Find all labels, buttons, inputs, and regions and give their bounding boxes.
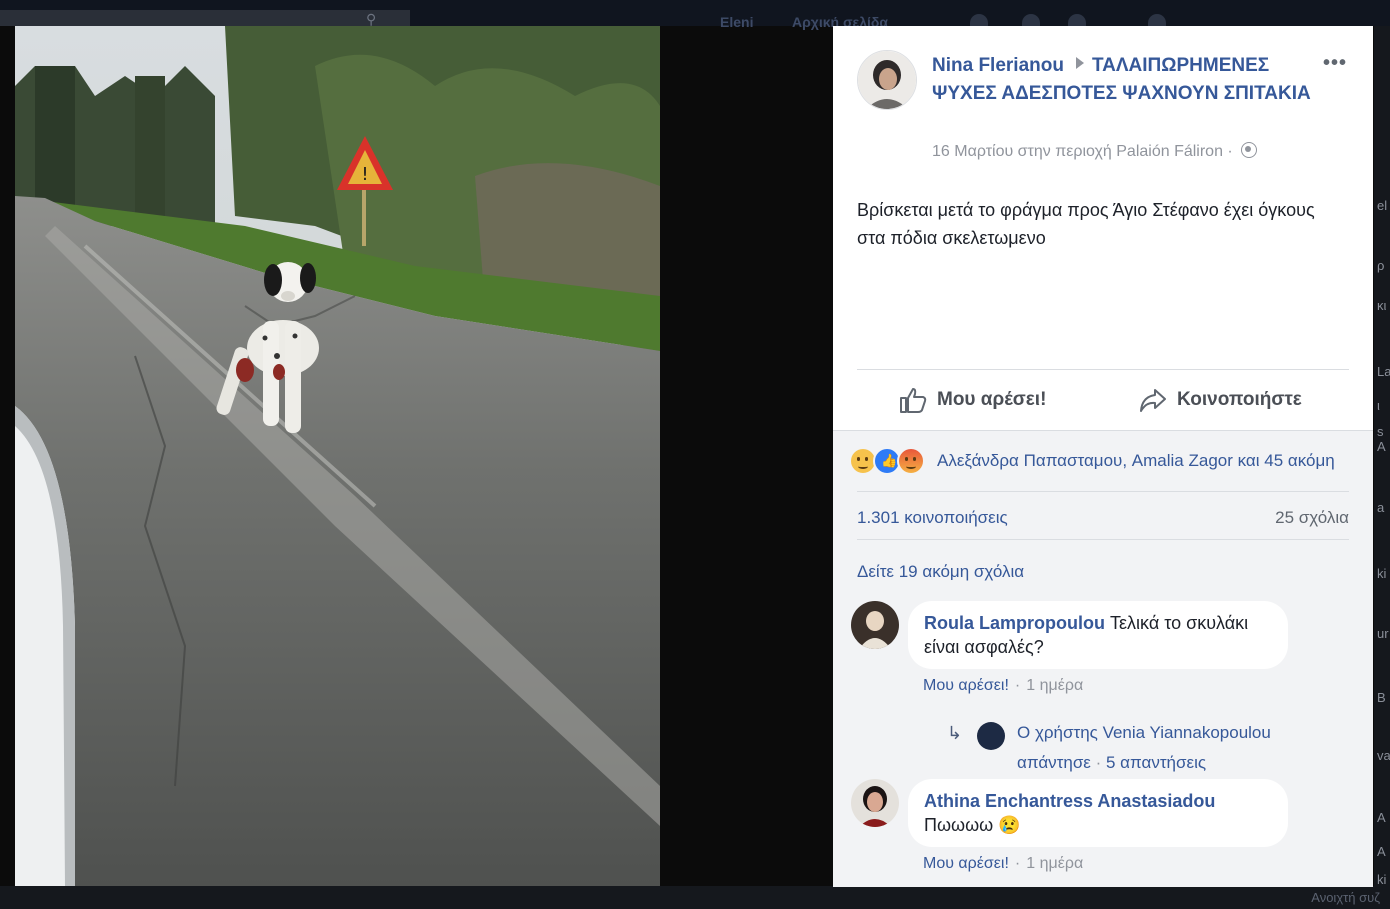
author-avatar[interactable] [857,50,917,110]
reply-verb: απάντησε [1017,753,1091,772]
comment-bubble: Roula Lampropoulou Τελικά το σκυλάκι είν… [908,601,1288,669]
background-page-edge: el ρ κι La ι s A a ki ur B va A A ki [1374,26,1390,909]
chat-tab[interactable]: Ανοιχτή συζ [1311,890,1380,905]
view-more-comments-link[interactable]: Δείτε 19 ακόμη σχόλια [857,562,1024,582]
bottom-bar: Ανοιχτή συζ [0,886,1390,909]
search-icon[interactable]: ⚲ [366,12,380,26]
thumbs-up-icon [900,388,927,413]
svg-text:!: ! [361,164,368,185]
reply-arrow-icon: ↳ [947,723,963,743]
profile-link[interactable]: Eleni [720,14,753,30]
share-button[interactable]: Κοινοποιήστε [1139,382,1302,418]
like-label: Μου αρέσει! [937,389,1047,410]
post-panel: Nina Flerianou ΤΑΛΑΙΠΩΡΗΜΕΝΕΣ ΨΥΧΕΣ ΑΔΕΣΠ… [833,26,1373,887]
commenter-avatar[interactable] [851,779,899,827]
comment-actions: Μου αρέσει! · 1 ημέρα [923,677,1084,694]
reply-count: 5 απαντήσεις [1106,753,1207,772]
post-header: Nina Flerianou ΤΑΛΑΙΠΩΡΗΜΕΝΕΣ ΨΥΧΕΣ ΑΔΕΣΠ… [932,52,1322,108]
comment-like-link[interactable]: Μου αρέσει! [923,677,1009,694]
like-button[interactable]: Μου αρέσει! [899,382,1046,418]
to-arrow-icon [1075,57,1084,69]
comment-text: Πωωωω 😢 [924,815,1021,835]
comment-time[interactable]: 1 ημέρα [1026,855,1083,872]
replier-avatar [977,722,1005,750]
dog-on-road-photo: ! [15,26,660,886]
friends-icon[interactable] [970,14,988,26]
angry-reaction-icon [897,447,925,475]
help-icon[interactable] [1148,14,1166,26]
commenter-avatar[interactable] [851,601,899,649]
comments-section: 👍 Αλεξάνδρα Παπασταμου, Amalia Zagor και… [833,430,1373,887]
post-text: Βρίσκεται μετά το φράγμα προς Άγιο Στέφα… [857,200,1315,248]
search-input[interactable] [0,10,410,26]
divider [857,369,1349,370]
reactors-link[interactable]: Αλεξάνδρα Παπασταμου, Amalia Zagor και 4… [937,451,1335,471]
post-timestamp-link[interactable]: 16 Μαρτίου στην περιοχή Palaión Fáliron … [932,143,1233,160]
globe-icon[interactable] [1241,142,1258,158]
post-meta: 16 Μαρτίου στην περιοχή Palaión Fáliron … [932,142,1258,161]
facebook-topbar: ⚲ Eleni Αρχική σελίδα [0,0,1390,30]
divider [857,491,1349,492]
comment-like-link[interactable]: Μου αρέσει! [923,855,1009,872]
more-options-icon[interactable]: ••• [1323,52,1347,75]
shares-link[interactable]: 1.301 κοινοποιήσεις [857,508,1008,528]
comments-count-link[interactable]: 25 σχόλια [1275,508,1349,528]
comment-bubble: Athina Enchantress Anastasiadou Πωωωω 😢 [908,779,1288,847]
share-arrow-icon [1140,389,1166,412]
share-label: Κοινοποιήστε [1177,389,1302,410]
author-name-link[interactable]: Nina Flerianou [932,55,1064,76]
commenter-name-link[interactable]: Athina Enchantress Anastasiadou [924,791,1215,811]
post-photo[interactable]: ! [15,26,660,886]
reply-author-text: Ο χρήστης Venia Yiannakopoulou [1017,723,1271,742]
comment-actions: Μου αρέσει! · 1 ημέρα [923,855,1084,872]
comment-time[interactable]: 1 ημέρα [1026,677,1083,694]
reactions-bar[interactable]: 👍 Αλεξάνδρα Παπασταμου, Amalia Zagor και… [849,447,1335,475]
divider [857,539,1349,540]
messages-icon[interactable] [1022,14,1040,26]
commenter-name-link[interactable]: Roula Lampropoulou [924,613,1105,633]
notifications-icon[interactable] [1068,14,1086,26]
